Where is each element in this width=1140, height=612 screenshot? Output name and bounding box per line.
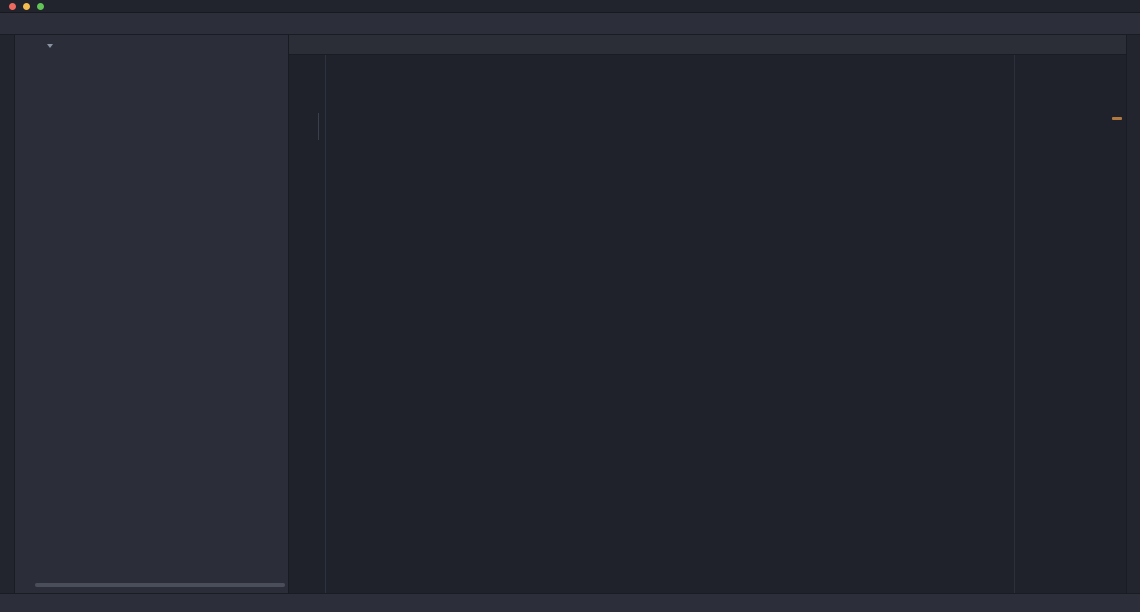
right-toolwindow-stripe [1126,35,1140,593]
warning-icon [1070,60,1080,70]
warning-stripe-mark[interactable] [1112,117,1122,120]
statusbar [0,593,1140,612]
inspection-widget[interactable] [1070,60,1110,70]
editor-column [289,35,1126,593]
titlebar [0,0,1140,13]
fold-range-line [318,113,319,140]
ide-window [0,0,1140,612]
chevron-down-icon[interactable] [1101,61,1110,70]
minimize-window-button[interactable] [23,3,30,10]
zoom-window-button[interactable] [37,3,44,10]
code-editor[interactable] [289,55,1126,593]
gutter-separator [325,55,326,593]
project-panel-header [15,35,288,57]
right-margin-guide [1014,55,1015,593]
horizontal-scrollbar[interactable] [35,583,285,587]
main-area [0,35,1140,593]
navigation-toolbar [0,13,1140,35]
project-view-icon [22,40,35,53]
window-controls [0,3,44,10]
chevron-down-icon[interactable] [47,44,53,48]
project-tree [15,57,288,593]
editor-tabbar [289,35,1126,55]
chevron-up-icon[interactable] [1088,61,1097,70]
left-toolwindow-stripe [0,35,15,593]
close-window-button[interactable] [9,3,16,10]
project-panel [15,35,289,593]
